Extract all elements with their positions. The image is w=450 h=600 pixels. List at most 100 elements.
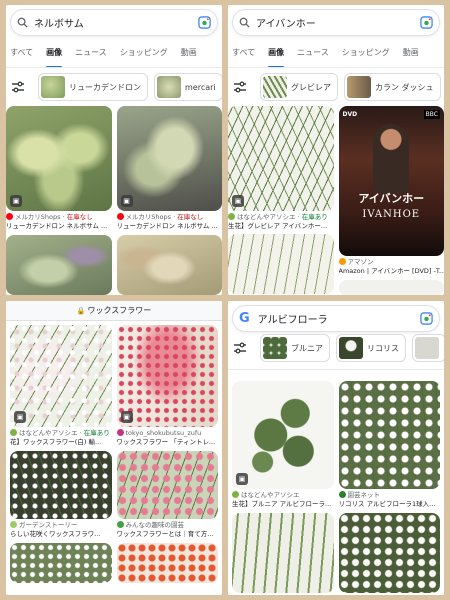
dvd-en-title: IVANHOE [362,209,421,220]
image-result[interactable] [6,235,112,295]
result-image[interactable]: ▣ [10,325,112,427]
result-title[interactable]: ワックスフラワー 「ティントレ... [117,438,219,447]
result-image[interactable] [338,280,444,295]
result-title[interactable]: リューカデンドロン ネルボサム ... [6,222,112,231]
image-result[interactable]: ▣ メルカリShops · 在庫なし リューカデンドロン ネルボサム ... [6,106,112,231]
result-title[interactable]: ワックスフラワーとは｜育て方... [117,530,219,539]
tab-all[interactable]: すべて [10,43,33,65]
filter-sliders-icon[interactable] [232,340,248,356]
result-image[interactable]: ▣ [228,106,334,211]
result-title[interactable]: リコリス アルビフローラ1球入... [339,500,441,509]
chip-label: カラン ダッシュ [375,82,434,92]
image-badge-icon: ▣ [10,195,22,207]
tab-videos[interactable]: 動画 [403,43,419,65]
result-image[interactable] [338,381,440,489]
chip-brunia[interactable]: ブルニア [260,334,330,362]
result-source: はなどんやアソシエ · 在庫あり [228,213,334,222]
image-result[interactable]: ▣ tokyo_shokubutsu_zufu ワックスフラワー 「ティントレ.… [116,325,219,447]
result-title[interactable]: 花】ワックスフラワー(白) 輸... [10,438,112,447]
search-icon[interactable] [239,17,250,28]
chip-thumbnail [263,76,287,98]
chip-mercari[interactable]: mercari [154,73,222,101]
result-title[interactable]: 生花】ブルニア アルビフローラ... [232,500,334,509]
chip-thumbnail [415,337,439,359]
google-lens-icon[interactable] [420,16,433,29]
search-bar[interactable]: ネルボサム [10,9,218,36]
result-image[interactable]: ▣ [6,106,112,211]
google-lens-icon[interactable] [420,312,433,325]
result-image[interactable] [10,543,112,583]
image-result[interactable]: ▣ はなどんやアソシエ 生花】ブルニア アルビフローラ... [232,381,334,509]
tab-shopping[interactable]: ショッピング [120,43,168,65]
search-bar[interactable]: G アルビフローラ [232,305,440,332]
image-result[interactable] [116,235,222,295]
panel-albiflora-search: G アルビフローラ ブルニア リコリス ▣ はなどんやアソシエ 生花】ブルニア … [228,301,444,595]
dvd-figure [372,124,409,194]
search-bar[interactable]: アイバンホー [232,9,440,36]
chip-more[interactable] [412,334,444,362]
site-favicon [116,521,124,528]
result-source: アマゾン [338,258,445,267]
result-image[interactable] [10,451,112,519]
chip-label: ブルニア [291,343,323,353]
result-image[interactable] [6,235,112,295]
result-image[interactable] [116,451,218,519]
image-result[interactable]: 園芸ネット リコリス アルビフローラ1球入... [338,381,441,509]
tab-shopping[interactable]: ショッピング [342,43,390,65]
tab-news[interactable]: ニュース [297,43,329,65]
image-result[interactable]: ガーデンストーリー らしい花咲くワックスフラワ... [10,451,112,539]
filter-sliders-icon[interactable] [232,79,248,95]
image-result[interactable]: ▣ はなどんやアソシエ · 在庫あり 花】ワックスフラワー(白) 輸... [10,325,112,447]
dvd-cover-image[interactable]: DVD BBC アイバンホー IVANHOE [338,106,444,256]
image-results-grid: ▣ はなどんやアソシエ · 在庫あり 花】ワックスフラワー(白) 輸... ▣ … [10,325,218,583]
result-title[interactable]: らしい花咲くワックスフラワ... [10,530,112,539]
search-query[interactable]: アルビフローラ [258,311,420,326]
result-image[interactable]: ▣ [116,106,222,211]
chip-grevillea[interactable]: グレビレア [260,73,338,101]
filter-chips: グレビレア カラン ダッシュ [232,72,444,102]
image-result[interactable] [116,543,218,583]
result-source: はなどんやアソシエ [232,491,334,500]
result-image[interactable] [116,235,222,295]
image-result[interactable]: みんなの趣味の園芸 ワックスフラワーとは｜育て方... [116,451,219,539]
chip-caran-dache[interactable]: カラン ダッシュ [344,73,441,101]
tab-images[interactable]: 画像 [46,43,63,68]
result-image[interactable] [228,234,334,294]
search-icon[interactable] [17,17,28,28]
image-result[interactable]: ▣ メルカリShops · 在庫なし リューカデンドロン ネルボサム ... [116,106,223,231]
google-lens-icon[interactable] [198,16,211,29]
tab-images[interactable]: 画像 [268,43,285,68]
image-result[interactable] [10,543,112,583]
result-title[interactable]: リューカデンドロン ネルボサム ... [117,222,223,231]
search-query[interactable]: ネルボサム [34,15,198,30]
image-result[interactable] [228,234,334,295]
tab-all[interactable]: すべて [232,43,255,65]
result-image[interactable] [338,513,440,593]
result-image[interactable] [232,513,334,593]
result-image[interactable] [116,543,218,583]
filter-sliders-icon[interactable] [10,79,26,95]
tab-news[interactable]: ニュース [75,43,107,65]
tab-videos[interactable]: 動画 [181,43,197,65]
dvd-jp-title: アイバンホー [358,192,425,205]
result-title[interactable]: 生花】グレビレア アイバンホー... [228,222,334,231]
chip-leucadendron[interactable]: リューカデンドロン [38,73,148,101]
search-query[interactable]: アイバンホー [256,15,420,30]
result-source: みんなの趣味の園芸 [116,521,219,530]
url-text[interactable]: ワックスフラワー [87,305,151,316]
image-results-grid: ▣ はなどんやアソシエ · 在庫あり 生花】グレビレア アイバンホー... DV… [228,106,444,295]
image-result[interactable] [338,513,440,593]
panel-waxflower-search: 🔒 ワックスフラワー ▣ はなどんやアソシエ · 在庫あり 花】ワックスフラワー… [6,301,222,595]
result-image[interactable]: ▣ [116,325,218,427]
url-bar[interactable]: 🔒 ワックスフラワー [6,301,222,321]
site-favicon [10,521,17,528]
chip-divider [228,369,444,370]
panel-nervosum-search: ネルボサム すべて 画像 ニュース ショッピング 動画 リューカデンドロン me… [6,5,222,295]
image-results-grid: ▣ メルカリShops · 在庫なし リューカデンドロン ネルボサム ... ▣… [6,106,222,295]
image-result[interactable] [232,513,334,593]
result-title[interactable]: Amazon | アイバンホー [DVD] -T... [339,267,445,276]
image-result[interactable] [338,280,444,295]
result-image[interactable]: ▣ [232,381,334,489]
image-result[interactable]: DVD BBC アイバンホー IVANHOE アマゾン Amazon | アイバ… [338,106,445,276]
chip-lycoris[interactable]: リコリス [336,334,406,362]
